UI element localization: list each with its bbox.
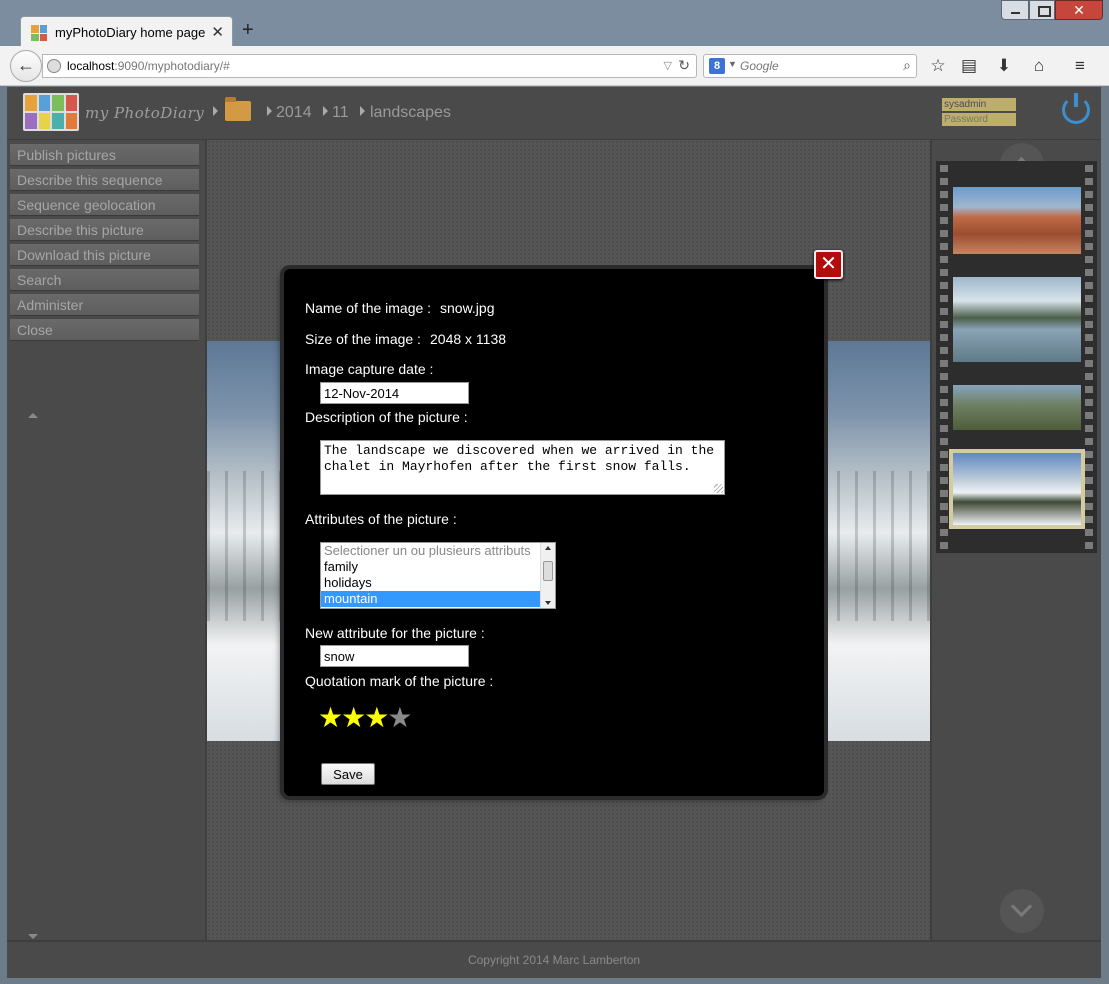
new-tab-button[interactable]: + xyxy=(242,19,254,42)
window-maximize-button[interactable] xyxy=(1029,0,1055,20)
menu-describe-picture[interactable]: Describe this picture xyxy=(10,219,199,241)
tab-close-icon[interactable]: ✕ xyxy=(211,23,224,41)
scroll-down-icon[interactable] xyxy=(28,934,38,939)
url-text[interactable]: localhost:9090/myphotodiary/# xyxy=(67,59,230,73)
breadcrumb-arrow-icon xyxy=(323,106,328,116)
menu-download-picture[interactable]: Download this picture xyxy=(10,244,199,266)
rating-label: Quotation mark of the picture : xyxy=(305,673,494,689)
filmstrip-down-icon[interactable] xyxy=(1000,889,1044,933)
app-header: my PhotoDiary 2014 11 landscapes xyxy=(7,87,1101,139)
attributes-label: Attributes of the picture : xyxy=(305,511,457,527)
listbox-scrollbar[interactable] xyxy=(540,543,555,608)
browser-tab[interactable]: myPhotoDiary home page ✕ xyxy=(20,16,233,48)
attribute-option[interactable]: family xyxy=(321,559,540,575)
star-empty-icon[interactable]: ★ xyxy=(387,701,412,734)
filmstrip xyxy=(936,161,1097,553)
new-attribute-input[interactable] xyxy=(320,645,469,667)
star-filled-icon[interactable]: ★ xyxy=(318,701,343,734)
scroll-thumb[interactable] xyxy=(543,561,553,581)
favicon-icon xyxy=(31,25,47,41)
history-dropdown-icon[interactable]: ▽ xyxy=(664,59,672,72)
star-rating[interactable]: ★★★★ xyxy=(318,701,412,734)
sidebar-menu: Publish pictures Describe this sequence … xyxy=(7,140,205,940)
engine-dropdown-icon[interactable]: ▼ xyxy=(728,59,737,69)
star-filled-icon[interactable]: ★ xyxy=(341,701,366,734)
size-value: 2048 x 1138 xyxy=(430,331,507,347)
username-field[interactable] xyxy=(942,98,1016,111)
close-dialog-icon[interactable]: ✕ xyxy=(814,250,843,279)
breadcrumb-arrow-icon xyxy=(267,106,272,116)
describe-picture-dialog: Name of the image : snow.jpg Size of the… xyxy=(284,269,824,796)
thumbnail[interactable] xyxy=(953,385,1081,430)
scroll-up-icon[interactable] xyxy=(28,413,38,418)
breadcrumb-album[interactable]: landscapes xyxy=(370,104,451,122)
globe-icon xyxy=(47,59,61,73)
reload-icon[interactable]: ↻ xyxy=(678,57,690,74)
window-titlebar: myPhotoDiary home page ✕ + ✕ xyxy=(0,0,1109,48)
description-textarea[interactable]: The landscape we discovered when we arri… xyxy=(320,440,725,495)
attribute-option[interactable]: holidays xyxy=(321,575,540,591)
thumbnail[interactable] xyxy=(953,277,1081,362)
photodiary-logo-icon xyxy=(23,93,79,131)
menu-sequence-geolocation[interactable]: Sequence geolocation xyxy=(10,194,199,216)
breadcrumb-year[interactable]: 2014 xyxy=(276,104,312,122)
reading-list-icon[interactable]: ▤ xyxy=(958,56,980,76)
window-close-button[interactable]: ✕ xyxy=(1055,0,1103,20)
capture-date-label: Image capture date : xyxy=(305,361,434,377)
scroll-up-arrow-icon[interactable] xyxy=(545,546,551,550)
browser-toolbar: ← localhost:9090/myphotodiary/# ▽ ↻ 8 ▼ … xyxy=(0,46,1109,86)
app-logo-text: my PhotoDiary xyxy=(85,104,205,122)
attribute-option-selected[interactable]: mountain xyxy=(321,591,540,607)
menu-icon[interactable]: ≡ xyxy=(1069,56,1091,76)
resize-grip-icon[interactable] xyxy=(714,484,723,493)
footer-copyright: Copyright 2014 Marc Lamberton xyxy=(7,942,1101,978)
name-label: Name of the image : xyxy=(305,300,432,316)
size-label: Size of the image : xyxy=(305,331,421,347)
google-engine-icon[interactable]: 8 xyxy=(709,58,725,74)
capture-date-input[interactable] xyxy=(320,382,469,404)
tab-title: myPhotoDiary home page xyxy=(55,25,206,40)
magnifier-icon[interactable]: ⌕ xyxy=(903,57,911,74)
name-value: snow.jpg xyxy=(440,300,495,316)
back-button[interactable]: ← xyxy=(10,50,42,82)
downloads-icon[interactable]: ⬇ xyxy=(993,56,1015,76)
description-label: Description of the picture : xyxy=(305,409,468,425)
menu-publish-pictures[interactable]: Publish pictures xyxy=(10,144,199,166)
power-icon[interactable] xyxy=(1062,93,1090,124)
star-filled-icon[interactable]: ★ xyxy=(364,701,389,734)
new-attribute-label: New attribute for the picture : xyxy=(305,625,485,641)
thumbnail[interactable] xyxy=(953,187,1081,254)
menu-close[interactable]: Close xyxy=(10,319,199,341)
folder-icon[interactable] xyxy=(225,97,251,121)
menu-describe-sequence[interactable]: Describe this sequence xyxy=(10,169,199,191)
password-field[interactable] xyxy=(942,113,1016,126)
thumbnail-selected[interactable] xyxy=(949,449,1085,529)
search-placeholder[interactable]: Google xyxy=(740,59,779,73)
filmstrip-panel xyxy=(932,140,1101,940)
save-button[interactable]: Save xyxy=(321,763,375,785)
url-bar[interactable]: localhost:9090/myphotodiary/# ▽ ↻ xyxy=(42,54,697,78)
bookmark-star-icon[interactable]: ☆ xyxy=(927,56,949,76)
menu-administer[interactable]: Administer xyxy=(10,294,199,316)
breadcrumb-arrow-icon xyxy=(213,106,218,116)
menu-search[interactable]: Search xyxy=(10,269,199,291)
window-minimize-button[interactable] xyxy=(1001,0,1029,20)
breadcrumb-arrow-icon xyxy=(360,106,365,116)
home-icon[interactable]: ⌂ xyxy=(1028,56,1050,76)
attributes-listbox[interactable]: Selectioner un ou plusieurs attributs fa… xyxy=(320,542,556,609)
attribute-option[interactable]: Selectioner un ou plusieurs attributs xyxy=(321,543,540,559)
scroll-down-arrow-icon[interactable] xyxy=(545,601,551,605)
search-bar[interactable]: 8 ▼ Google ⌕ xyxy=(703,54,917,78)
breadcrumb-month[interactable]: 11 xyxy=(332,104,349,122)
